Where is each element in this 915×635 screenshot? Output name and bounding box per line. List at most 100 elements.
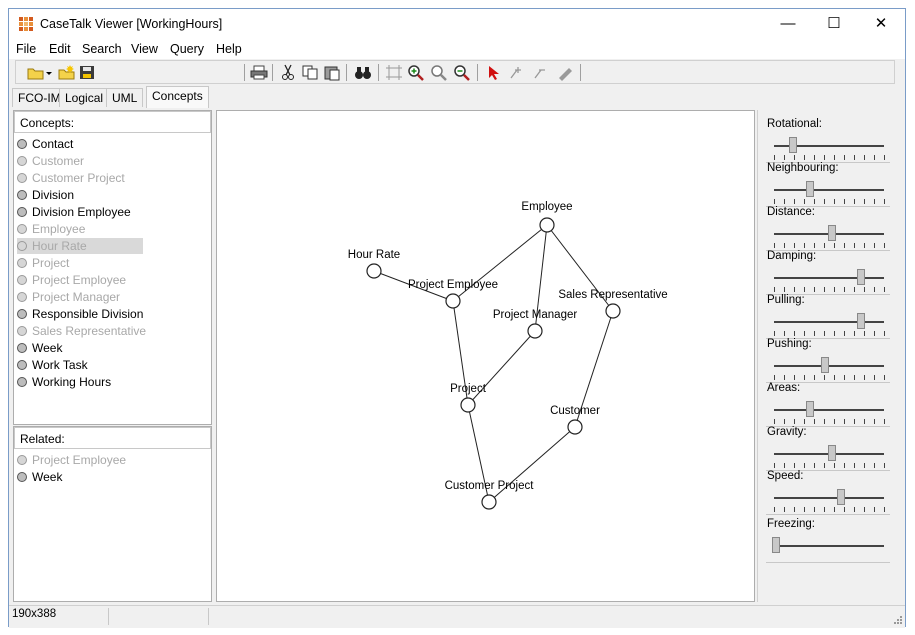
- menu-edit[interactable]: Edit: [49, 42, 71, 56]
- slider-thumb-neighbouring[interactable]: [805, 181, 814, 197]
- graph-node-project-manager[interactable]: [527, 323, 543, 339]
- zoom-out-icon[interactable]: [453, 64, 471, 81]
- paste-icon[interactable]: [323, 64, 341, 81]
- remove-point-icon[interactable]: [532, 64, 550, 81]
- print-icon[interactable]: [250, 64, 268, 81]
- menu-search[interactable]: Search: [82, 42, 122, 56]
- list-item-label: Responsible Division: [32, 307, 144, 321]
- concepts-item-responsible-division[interactable]: Responsible Division: [17, 306, 143, 322]
- slider-thumb-damping[interactable]: [856, 269, 865, 285]
- slider-ticks: [774, 463, 886, 468]
- graph-node-customer[interactable]: [567, 419, 583, 435]
- copy-icon[interactable]: [301, 64, 319, 81]
- graph-node-sales-rep[interactable]: [605, 303, 621, 319]
- save-disk-icon[interactable]: [78, 64, 96, 81]
- tab-uml[interactable]: UML: [106, 88, 144, 107]
- fit-icon[interactable]: [385, 64, 403, 81]
- slider-track-pushing[interactable]: [774, 365, 884, 367]
- resize-grip-icon[interactable]: [892, 614, 902, 624]
- pen-icon[interactable]: [556, 64, 574, 81]
- graph-canvas[interactable]: Employee Hour Rate Project Employee Project…: [216, 110, 755, 602]
- concepts-item-hour-rate[interactable]: Hour Rate: [17, 238, 143, 254]
- concepts-item-sales-representative[interactable]: Sales Representative: [17, 323, 146, 339]
- slider-thumb-pulling[interactable]: [856, 313, 865, 329]
- concept-graph[interactable]: Employee Hour Rate Project Employee Project…: [217, 111, 754, 601]
- concepts-item-employee[interactable]: Employee: [17, 221, 85, 237]
- concepts-list[interactable]: Concepts: Contact Customer Customer Projec…: [13, 110, 212, 425]
- list-item-label: Working Hours: [32, 375, 112, 389]
- concepts-item-project-manager[interactable]: Project Manager: [17, 289, 120, 305]
- concepts-item-project-employee[interactable]: Project Employee: [17, 272, 126, 288]
- slider-ticks: [774, 199, 886, 204]
- concepts-item-working-hours[interactable]: Working Hours: [17, 374, 111, 390]
- graph-node-customer-project[interactable]: [481, 494, 497, 510]
- slider-thumb-pushing[interactable]: [820, 357, 829, 373]
- graph-node-hour-rate[interactable]: [366, 263, 382, 279]
- zoom-icon[interactable]: [430, 64, 448, 81]
- slider-track-freezing[interactable]: [774, 545, 884, 547]
- tab-logical[interactable]: Logical: [59, 88, 110, 107]
- slider-ticks: [774, 375, 886, 380]
- concept-bullet-icon: [17, 309, 27, 319]
- window-title: CaseTalk Viewer [WorkingHours]: [40, 17, 223, 31]
- graph-node-project-employee[interactable]: [445, 293, 461, 309]
- slider-thumb-rotational[interactable]: [788, 137, 797, 153]
- menu-file[interactable]: File: [16, 42, 36, 56]
- new-folder-icon[interactable]: [58, 64, 76, 81]
- layout-sliders-panel: Rotational: Neighbouring: Distance: Damping…: [757, 110, 898, 602]
- tab-concepts[interactable]: Concepts: [146, 86, 209, 108]
- menu-view[interactable]: View: [131, 42, 158, 56]
- slider-ticks: [774, 155, 886, 160]
- slider-track-damping[interactable]: [774, 277, 884, 279]
- related-item-project-employee[interactable]: Project Employee: [17, 452, 126, 468]
- slider-track-neighbouring[interactable]: [774, 189, 884, 191]
- graph-node-project[interactable]: [460, 397, 476, 413]
- minimize-button[interactable]: —: [765, 9, 811, 39]
- slider-thumb-freezing[interactable]: [772, 537, 780, 553]
- slider-thumb-distance[interactable]: [828, 225, 837, 241]
- dropdown-arrow-icon[interactable]: [44, 64, 54, 81]
- concept-bullet-icon: [17, 377, 27, 387]
- menu-bar: File Edit Search View Query Help: [9, 39, 905, 59]
- concepts-item-division-employee[interactable]: Division Employee: [17, 204, 131, 220]
- open-folder-icon[interactable]: [27, 64, 45, 81]
- cut-icon[interactable]: [279, 64, 297, 81]
- related-list[interactable]: Related: Project Employee Week: [13, 426, 212, 602]
- menu-query[interactable]: Query: [170, 42, 204, 56]
- slider-label-distance: Distance:: [767, 206, 815, 218]
- concept-bullet-icon: [17, 360, 27, 370]
- concepts-item-customer-project[interactable]: Customer Project: [17, 170, 125, 186]
- close-button[interactable]: ✕: [858, 9, 904, 39]
- concepts-item-customer[interactable]: Customer: [17, 153, 84, 169]
- concept-bullet-icon: [17, 258, 27, 268]
- slider-label-damping: Damping:: [767, 250, 817, 262]
- concepts-item-week[interactable]: Week: [17, 340, 62, 356]
- concepts-item-division[interactable]: Division: [17, 187, 74, 203]
- slider-thumb-speed[interactable]: [836, 489, 845, 505]
- graph-node-label-project: Project: [450, 383, 487, 395]
- slider-label-neighbouring: Neighbouring:: [767, 162, 839, 174]
- slider-thumb-gravity[interactable]: [828, 445, 837, 461]
- graph-node-employee[interactable]: [539, 217, 555, 233]
- find-binoculars-icon[interactable]: [354, 64, 372, 81]
- zoom-in-icon[interactable]: [407, 64, 425, 81]
- related-item-week[interactable]: Week: [17, 469, 62, 485]
- concepts-item-work-task[interactable]: Work Task: [17, 357, 88, 373]
- concept-bullet-icon: [17, 173, 27, 183]
- slider-track-speed[interactable]: [774, 497, 884, 499]
- concepts-item-contact[interactable]: Contact: [17, 136, 73, 152]
- slider-track-areas[interactable]: [774, 409, 884, 411]
- list-item-label: Project Manager: [32, 290, 121, 304]
- concept-bullet-icon: [17, 343, 27, 353]
- list-item-label: Division: [32, 188, 75, 202]
- add-point-icon[interactable]: [508, 64, 526, 81]
- menu-help[interactable]: Help: [216, 42, 242, 56]
- slider-thumb-areas[interactable]: [805, 401, 814, 417]
- concept-bullet-icon: [17, 292, 27, 302]
- list-item-label: Project Employee: [32, 453, 127, 467]
- concepts-item-project[interactable]: Project: [17, 255, 69, 271]
- select-arrow-icon[interactable]: [485, 64, 503, 81]
- slider-track-pulling[interactable]: [774, 321, 884, 323]
- list-item-label: Project Employee: [32, 273, 127, 287]
- maximize-button[interactable]: ☐: [811, 9, 857, 39]
